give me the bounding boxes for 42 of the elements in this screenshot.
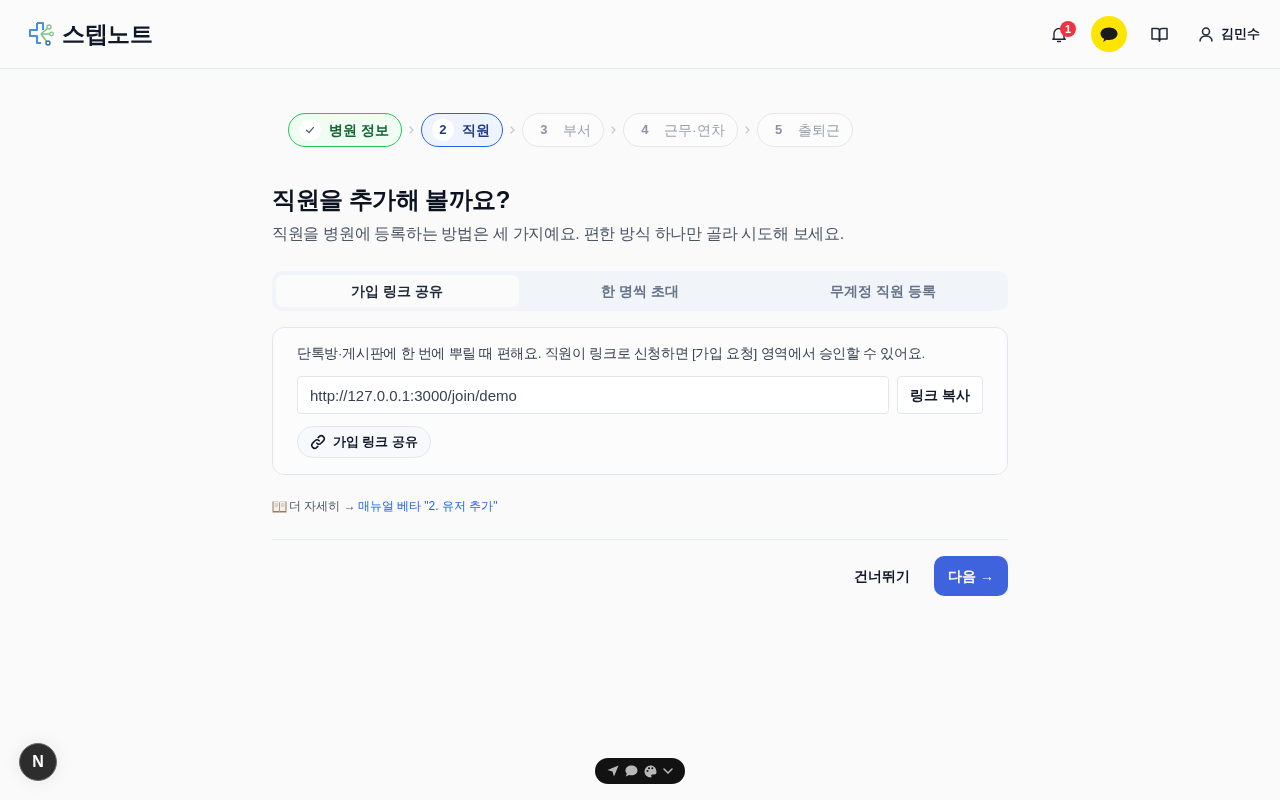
page-title: 직원을 추가해 볼까요? (272, 185, 511, 215)
link-icon (310, 434, 326, 450)
page-subtitle: 직원을 병원에 등록하는 방법은 세 가지예요. 편한 방식 하나만 골라 시도해 보세요. (272, 224, 845, 244)
step-label: 출퇴근 (797, 120, 840, 140)
copy-link-button[interactable]: 링크 복사 (897, 376, 983, 414)
bell-icon (1051, 25, 1067, 43)
brand-name: 스텝노트 (62, 19, 152, 49)
step-label: 병원 정보 (329, 120, 389, 140)
help-lead-text: 더 자세히 → (289, 498, 356, 515)
user-menu[interactable]: 김민수 (1199, 24, 1260, 44)
step-label: 근무·연차 (663, 120, 725, 140)
notification-count: 1 (1060, 21, 1076, 37)
next-button[interactable]: 다음 → (934, 556, 1008, 596)
manual-link[interactable]: 매뉴얼 베타 "2. 유저 추가" (357, 497, 498, 515)
chevron-down-icon[interactable] (663, 768, 673, 774)
user-icon (1199, 26, 1213, 42)
check-icon (299, 119, 321, 141)
join-link-field[interactable]: http://127.0.0.1:3000/join/demo (297, 376, 890, 414)
skip-button[interactable]: 건너뛰기 (840, 556, 925, 596)
logo-icon (28, 21, 54, 47)
step-number: 3 (539, 121, 549, 140)
open-book-icon (272, 499, 287, 513)
method-tab[interactable]: 가입 링크 공유 (276, 275, 519, 307)
method-tab[interactable]: 무계정 직원 등록 (761, 275, 1004, 307)
chevron-right-icon (744, 126, 750, 134)
step-number: 2 (431, 119, 454, 141)
method-tab[interactable]: 한 명씩 초대 (518, 275, 762, 307)
step-label: 직원 (461, 120, 490, 140)
step-number: 4 (640, 121, 650, 140)
palette-icon[interactable] (644, 764, 657, 778)
step-label: 부서 (562, 120, 591, 140)
book-icon (1150, 26, 1168, 42)
share-link-button[interactable]: 가입 링크 공유 (297, 426, 431, 458)
step-number: 5 (773, 121, 784, 140)
dev-tools-button[interactable]: N (19, 743, 57, 781)
chevron-right-icon (509, 126, 515, 134)
chat-icon[interactable] (625, 765, 638, 777)
panel-description: 단톡방·게시판에 한 번에 뿌릴 때 편해요. 직원이 링크로 신청하면 [가입 요청] 영역에서 승인할 수 있어요. (297, 345, 926, 363)
chevron-right-icon (610, 126, 616, 134)
chevron-right-icon (408, 126, 414, 134)
chat-bubble-icon[interactable] (1091, 16, 1127, 52)
send-icon[interactable] (607, 765, 619, 777)
